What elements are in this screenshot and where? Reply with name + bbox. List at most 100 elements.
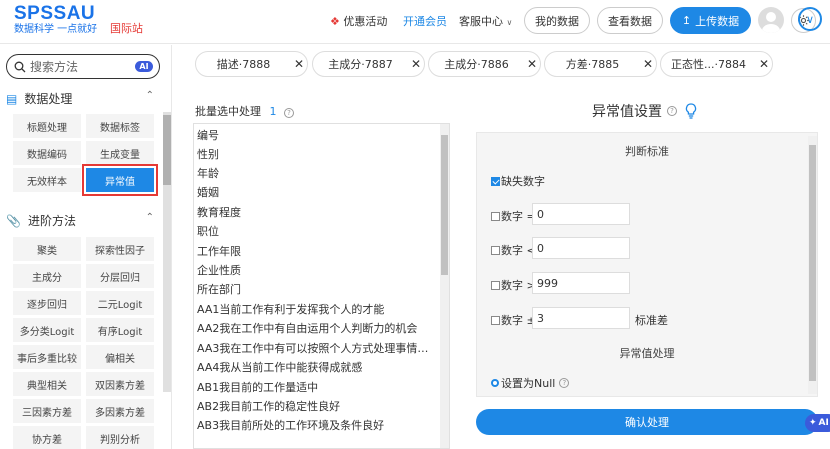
method-generate-variable[interactable]: 生成变量	[86, 141, 154, 165]
lt-value-input[interactable]: 0	[532, 237, 630, 259]
method-two-way-anova[interactable]: 双因素方差	[86, 372, 154, 396]
avatar[interactable]	[758, 7, 784, 33]
close-icon[interactable]: ✕	[756, 57, 772, 71]
method-binary-logit[interactable]: 二元Logit	[86, 291, 154, 315]
list-item[interactable]: AA2我在工作中有自由运用个人判断力的机会	[197, 320, 431, 338]
list-item[interactable]: 工作年限	[197, 243, 431, 261]
list-item[interactable]: 教育程度	[197, 204, 431, 222]
section-data-processing-label: 数据处理	[24, 92, 73, 106]
tab-result[interactable]: 描述·7888 ✕	[195, 51, 308, 77]
method-three-way-anova[interactable]: 三因素方差	[13, 399, 81, 423]
eq-value-input[interactable]: 0	[532, 203, 630, 225]
user-icon	[762, 12, 780, 33]
method-outliers[interactable]: 异常值	[82, 164, 158, 196]
method-title-processing[interactable]: 标题处理	[13, 114, 81, 138]
missing-checkbox[interactable]	[491, 176, 500, 186]
method-partial-correlation[interactable]: 偏相关	[86, 345, 154, 369]
method-multinomial-logit[interactable]: 多分类Logit	[13, 318, 81, 342]
list-item[interactable]: 编号	[197, 127, 431, 145]
method-hierarchical-regression[interactable]: 分层回归	[86, 264, 154, 288]
missing-checkbox-row[interactable]: 缺失数字	[491, 173, 545, 189]
upload-data-button[interactable]: ↥ 上传数据	[670, 7, 751, 34]
close-icon[interactable]: ✕	[524, 57, 540, 71]
list-icon: ▤	[6, 91, 18, 106]
method-data-encoding[interactable]: 数据编码	[13, 141, 81, 165]
lightbulb-icon[interactable]	[685, 103, 697, 119]
list-item[interactable]: AA4我从当前工作中能获得成就感	[197, 359, 431, 377]
tab-result[interactable]: 方差·7885 ✕	[544, 51, 657, 77]
method-canonical-correlation[interactable]: 典型相关	[13, 372, 81, 396]
section-advanced-methods[interactable]: 📎 进阶方法 ⌃	[6, 212, 158, 229]
confirm-button[interactable]: 确认处理	[476, 409, 818, 435]
method-invalid-samples[interactable]: 无效样本	[13, 168, 81, 192]
nav-promo[interactable]: ❖ 优惠活动	[330, 13, 387, 29]
settings-scrollbar-thumb[interactable]	[809, 145, 816, 381]
pm-checkbox[interactable]	[491, 315, 500, 325]
tab-result[interactable]: 正态性...·7884 ✕	[660, 51, 773, 77]
help-icon[interactable]: ?	[284, 108, 294, 118]
null-radio[interactable]	[491, 379, 499, 387]
section-data-processing[interactable]: ▤ 数据处理 ⌃	[6, 90, 158, 107]
list-item[interactable]: AB3我目前所处的工作环境及条件良好	[197, 417, 431, 435]
handling-header: 异常值处理	[619, 347, 675, 360]
method-ancova[interactable]: 协方差	[13, 426, 81, 449]
gt-checkbox[interactable]	[491, 280, 500, 290]
sidebar-scrollbar-thumb[interactable]	[163, 115, 171, 185]
method-ordinal-logit[interactable]: 有序Logit	[86, 318, 154, 342]
ai-assistant-button[interactable]: ✦ AI	[805, 414, 830, 432]
logo-text: SPSSAU	[14, 3, 96, 24]
method-post-hoc[interactable]: 事后多重比较	[13, 345, 81, 369]
my-data-button[interactable]: 我的数据	[524, 7, 590, 34]
eq-label: 数字 =	[501, 210, 536, 223]
list-item[interactable]: 性别	[197, 146, 431, 164]
lt-checkbox[interactable]	[491, 245, 500, 255]
tab-result[interactable]: 主成分·7886 ✕	[428, 51, 541, 77]
help-icon[interactable]: ?	[667, 106, 677, 116]
method-discriminant[interactable]: 判别分析	[86, 426, 154, 449]
list-item[interactable]: 职位	[197, 223, 431, 241]
gt-checkbox-row[interactable]: 数字 >	[491, 277, 536, 293]
close-icon[interactable]: ✕	[408, 57, 424, 71]
method-data-labels[interactable]: 数据标签	[86, 114, 154, 138]
list-item[interactable]: 婚姻	[197, 184, 431, 202]
tab-result[interactable]: 主成分·7887 ✕	[312, 51, 425, 77]
null-radio-row[interactable]: 设置为Null ?	[491, 375, 570, 391]
lt-checkbox-row[interactable]: 数字 <	[491, 242, 536, 258]
intl-link[interactable]: 国际站	[110, 20, 143, 36]
variable-list[interactable]: 编号 性别 年龄 婚姻 教育程度 职位 工作年限 企业性质 所在部门 AA1当前…	[193, 123, 450, 449]
nav-service[interactable]: 客服中心 ∨	[459, 13, 512, 29]
method-cluster[interactable]: 聚类	[13, 237, 81, 261]
panel-title-text: 异常值设置	[592, 104, 662, 120]
eq-checkbox[interactable]	[491, 211, 500, 221]
variable-list-scrollbar-thumb[interactable]	[441, 135, 448, 275]
search-placeholder: 搜索方法	[30, 60, 79, 74]
ai-search-badge[interactable]: AI	[135, 61, 153, 72]
batch-select-text: 批量选中处理	[195, 105, 261, 118]
list-item[interactable]: AB1我目前的工作量适中	[197, 379, 431, 397]
view-data-button[interactable]: 查看数据	[597, 7, 663, 34]
method-stepwise-regression[interactable]: 逐步回归	[13, 291, 81, 315]
sidebar: 搜索方法 AI ▤ 数据处理 ⌃ 标题处理 数据标签 数据编码 生成变量 无效样…	[0, 45, 172, 449]
sparkle-icon: ✦	[809, 418, 817, 428]
logo[interactable]: SPSSAU 数据科学 一点就好	[14, 4, 104, 36]
nav-member[interactable]: 开通会员	[403, 13, 447, 29]
list-item[interactable]: AA3我在工作中有可以按照个人方式处理事情的…	[197, 340, 431, 358]
eq-checkbox-row[interactable]: 数字 =	[491, 208, 536, 224]
list-item[interactable]: 所在部门	[197, 281, 431, 299]
help-icon[interactable]: ?	[559, 378, 570, 388]
method-multi-way-anova[interactable]: 多因素方差	[86, 399, 154, 423]
pm-value-input[interactable]: 3	[532, 307, 630, 329]
method-pca[interactable]: 主成分	[13, 264, 81, 288]
list-item[interactable]: AA1当前工作有利于发挥我个人的才能	[197, 301, 431, 319]
list-item[interactable]: 年龄	[197, 165, 431, 183]
gt-value-input[interactable]: 999	[532, 272, 630, 294]
method-efa[interactable]: 探索性因子	[86, 237, 154, 261]
expand-tabs-button[interactable]: ∨	[798, 7, 822, 31]
pm-checkbox-row[interactable]: 数字 ±	[491, 312, 536, 328]
list-item[interactable]: 企业性质	[197, 262, 431, 280]
close-icon[interactable]: ✕	[291, 57, 307, 71]
search-input[interactable]: 搜索方法 AI	[6, 54, 160, 79]
list-item[interactable]: AB2我目前工作的稳定性良好	[197, 398, 431, 416]
close-icon[interactable]: ✕	[640, 57, 656, 71]
batch-select-label: 批量选中处理 1 ?	[195, 103, 294, 119]
